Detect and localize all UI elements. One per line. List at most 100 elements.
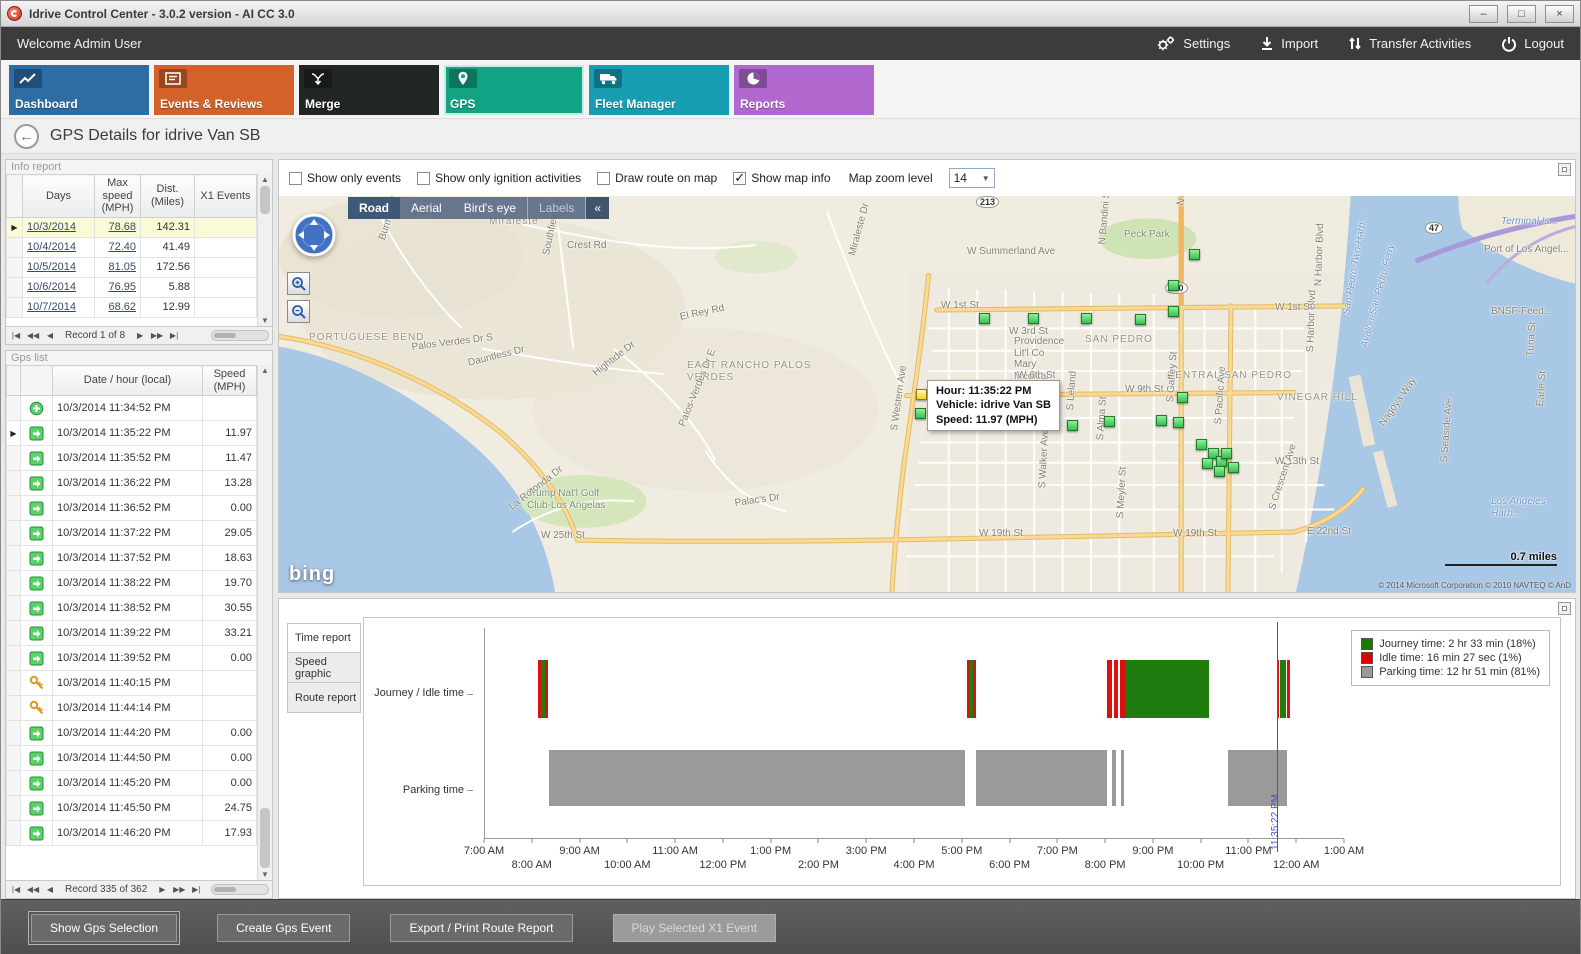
column-header-speed-mph[interactable]: Speed (MPH) <box>203 366 257 396</box>
column-header-dist-miles[interactable]: Dist. (Miles) <box>141 175 195 218</box>
scroll-down-icon[interactable]: ▼ <box>258 870 272 879</box>
gps-list-row[interactable]: 10/3/2014 11:40:15 PM <box>7 671 257 696</box>
gps-marker[interactable] <box>1202 458 1213 469</box>
day-link[interactable]: 10/4/2014 <box>27 241 76 253</box>
checkbox-icon[interactable] <box>597 172 610 185</box>
collapse-chart-panel-button[interactable] <box>1558 602 1571 615</box>
info-horizontal-scrollbar[interactable] <box>211 330 269 341</box>
day-link[interactable]: 10/6/2014 <box>27 281 76 293</box>
gps-list-row[interactable]: 10/3/2014 11:37:22 PM29.05 <box>7 521 257 546</box>
footer-button-show-gps-selection[interactable]: Show Gps Selection <box>31 914 177 942</box>
gps-list-row[interactable]: 10/3/2014 11:46:20 PM17.93 <box>7 821 257 846</box>
map-zoom-select[interactable]: 14 ▼ <box>949 168 995 188</box>
info-report-row[interactable]: 10/7/201468.6212.99 <box>7 297 257 317</box>
gps-list-row[interactable]: 10/3/2014 11:36:52 PM0.00 <box>7 496 257 521</box>
info-report-row[interactable]: 10/6/201476.955.88 <box>7 277 257 297</box>
map-zoom-in-button[interactable] <box>287 272 310 295</box>
gps-marker[interactable] <box>1168 280 1179 291</box>
gps-marker[interactable] <box>1081 313 1092 324</box>
next-page-button[interactable]: ▶▶ <box>150 331 164 340</box>
day-link[interactable]: 10/5/2014 <box>27 261 76 273</box>
nav-tile-reports[interactable]: Reports <box>734 65 874 115</box>
column-header-x1-events[interactable]: X1 Events <box>195 175 257 218</box>
action-settings[interactable]: Settings <box>1156 35 1230 52</box>
gps-marker[interactable] <box>1173 417 1184 428</box>
first-record-button[interactable]: |◀ <box>9 331 23 340</box>
last-record-button[interactable]: ▶| <box>167 331 181 340</box>
gps-marker[interactable] <box>1177 392 1188 403</box>
max-speed-link[interactable]: 78.68 <box>108 221 136 233</box>
map-view-tab-aerial[interactable]: Aerial <box>400 197 453 219</box>
next-record-button[interactable]: ▶ <box>133 331 147 340</box>
gps-list-row[interactable]: 10/3/2014 11:38:22 PM19.70 <box>7 571 257 596</box>
gps-marker[interactable] <box>1135 314 1146 325</box>
checkbox-checked-icon[interactable] <box>733 172 746 185</box>
first-record-button[interactable]: |◀ <box>9 885 23 894</box>
info-report-row[interactable]: 10/5/201481.05172.56 <box>7 257 257 277</box>
gps-marker[interactable] <box>1168 306 1179 317</box>
gps-marker[interactable] <box>1156 415 1167 426</box>
map-view-tab-road[interactable]: Road <box>348 197 400 219</box>
info-report-row[interactable]: 10/4/201472.4041.49 <box>7 237 257 257</box>
action-logout[interactable]: Logout <box>1501 36 1564 52</box>
gps-marker[interactable] <box>1196 439 1207 450</box>
chart-tab-time-report[interactable]: Time report <box>287 623 361 653</box>
last-record-button[interactable]: ▶| <box>189 885 203 894</box>
gps-horizontal-scrollbar[interactable] <box>211 884 269 895</box>
map-view-collapse-button[interactable]: « <box>586 197 609 219</box>
map-option-draw-route-on-map[interactable]: Draw route on map <box>597 171 717 185</box>
gps-marker[interactable] <box>1228 462 1239 473</box>
column-header-days[interactable]: Days <box>23 175 95 218</box>
next-record-button[interactable]: ▶ <box>155 885 169 894</box>
gps-marker[interactable] <box>1221 448 1232 459</box>
gps-list-row[interactable]: 10/3/2014 11:45:20 PM0.00 <box>7 771 257 796</box>
map-view-tab-labels[interactable]: Labels <box>527 197 586 219</box>
gps-list-scrollbar[interactable]: ▲ ▼ <box>257 365 272 880</box>
scroll-thumb[interactable] <box>260 808 270 868</box>
gps-list-row[interactable]: 10/3/2014 11:36:22 PM13.28 <box>7 471 257 496</box>
scroll-down-icon[interactable]: ▼ <box>258 316 272 325</box>
nav-tile-fleet-manager[interactable]: Fleet Manager <box>589 65 729 115</box>
gps-marker[interactable] <box>1189 249 1200 260</box>
gps-marker[interactable] <box>1028 313 1039 324</box>
info-report-scrollbar[interactable]: ▲ ▼ <box>257 174 272 326</box>
footer-button-export-print-route-report[interactable]: Export / Print Route Report <box>390 914 572 942</box>
prev-page-button[interactable]: ◀◀ <box>26 885 40 894</box>
scroll-up-icon[interactable]: ▲ <box>258 366 272 375</box>
checkbox-icon[interactable] <box>289 172 302 185</box>
gps-list-row[interactable]: 10/3/2014 11:34:52 PM <box>7 396 257 421</box>
gps-marker-selected[interactable] <box>916 389 927 400</box>
gps-list-row[interactable]: ▶10/3/2014 11:35:22 PM11.97 <box>7 421 257 446</box>
map-view-tab-bird-s-eye[interactable]: Bird's eye <box>453 197 527 219</box>
max-speed-link[interactable]: 81.05 <box>108 261 136 273</box>
nav-tile-gps[interactable]: GPS <box>444 65 584 115</box>
column-header-max-speed-mph[interactable]: Max speed (MPH) <box>95 175 141 218</box>
max-speed-link[interactable]: 68.62 <box>108 301 136 313</box>
close-button[interactable]: × <box>1545 5 1574 23</box>
nav-tile-dashboard[interactable]: Dashboard <box>9 65 149 115</box>
back-button[interactable]: ← <box>14 124 39 149</box>
chart-tab-speed-graphic[interactable]: Speed graphic <box>287 653 361 683</box>
nav-tile-merge[interactable]: Merge <box>299 65 439 115</box>
gps-list-row[interactable]: 10/3/2014 11:38:52 PM30.55 <box>7 596 257 621</box>
gps-list-row[interactable]: 10/3/2014 11:44:14 PM <box>7 696 257 721</box>
prev-page-button[interactable]: ◀◀ <box>26 331 40 340</box>
day-link[interactable]: 10/7/2014 <box>27 301 76 313</box>
gps-list-row[interactable]: 10/3/2014 11:39:22 PM33.21 <box>7 621 257 646</box>
gps-marker[interactable] <box>1214 466 1225 477</box>
nav-tile-events-reviews[interactable]: Events & Reviews <box>154 65 294 115</box>
maximize-button[interactable]: □ <box>1507 5 1536 23</box>
action-import[interactable]: Import <box>1260 36 1318 51</box>
collapse-map-panel-button[interactable] <box>1558 163 1571 176</box>
info-report-row[interactable]: ▶10/3/201478.68142.31 <box>7 217 257 237</box>
checkbox-icon[interactable] <box>417 172 430 185</box>
max-speed-link[interactable]: 76.95 <box>108 281 136 293</box>
gps-marker[interactable] <box>1067 420 1078 431</box>
day-link[interactable]: 10/3/2014 <box>27 221 76 233</box>
gps-list-row[interactable]: 10/3/2014 11:45:50 PM24.75 <box>7 796 257 821</box>
column-header-date-hour-local[interactable]: Date / hour (local) <box>53 366 203 396</box>
map-pan-control[interactable] <box>291 212 337 261</box>
map-option-show-only-ignition-activities[interactable]: Show only ignition activities <box>417 171 581 185</box>
prev-record-button[interactable]: ◀ <box>43 331 57 340</box>
chart-tab-route-report[interactable]: Route report <box>287 683 361 713</box>
